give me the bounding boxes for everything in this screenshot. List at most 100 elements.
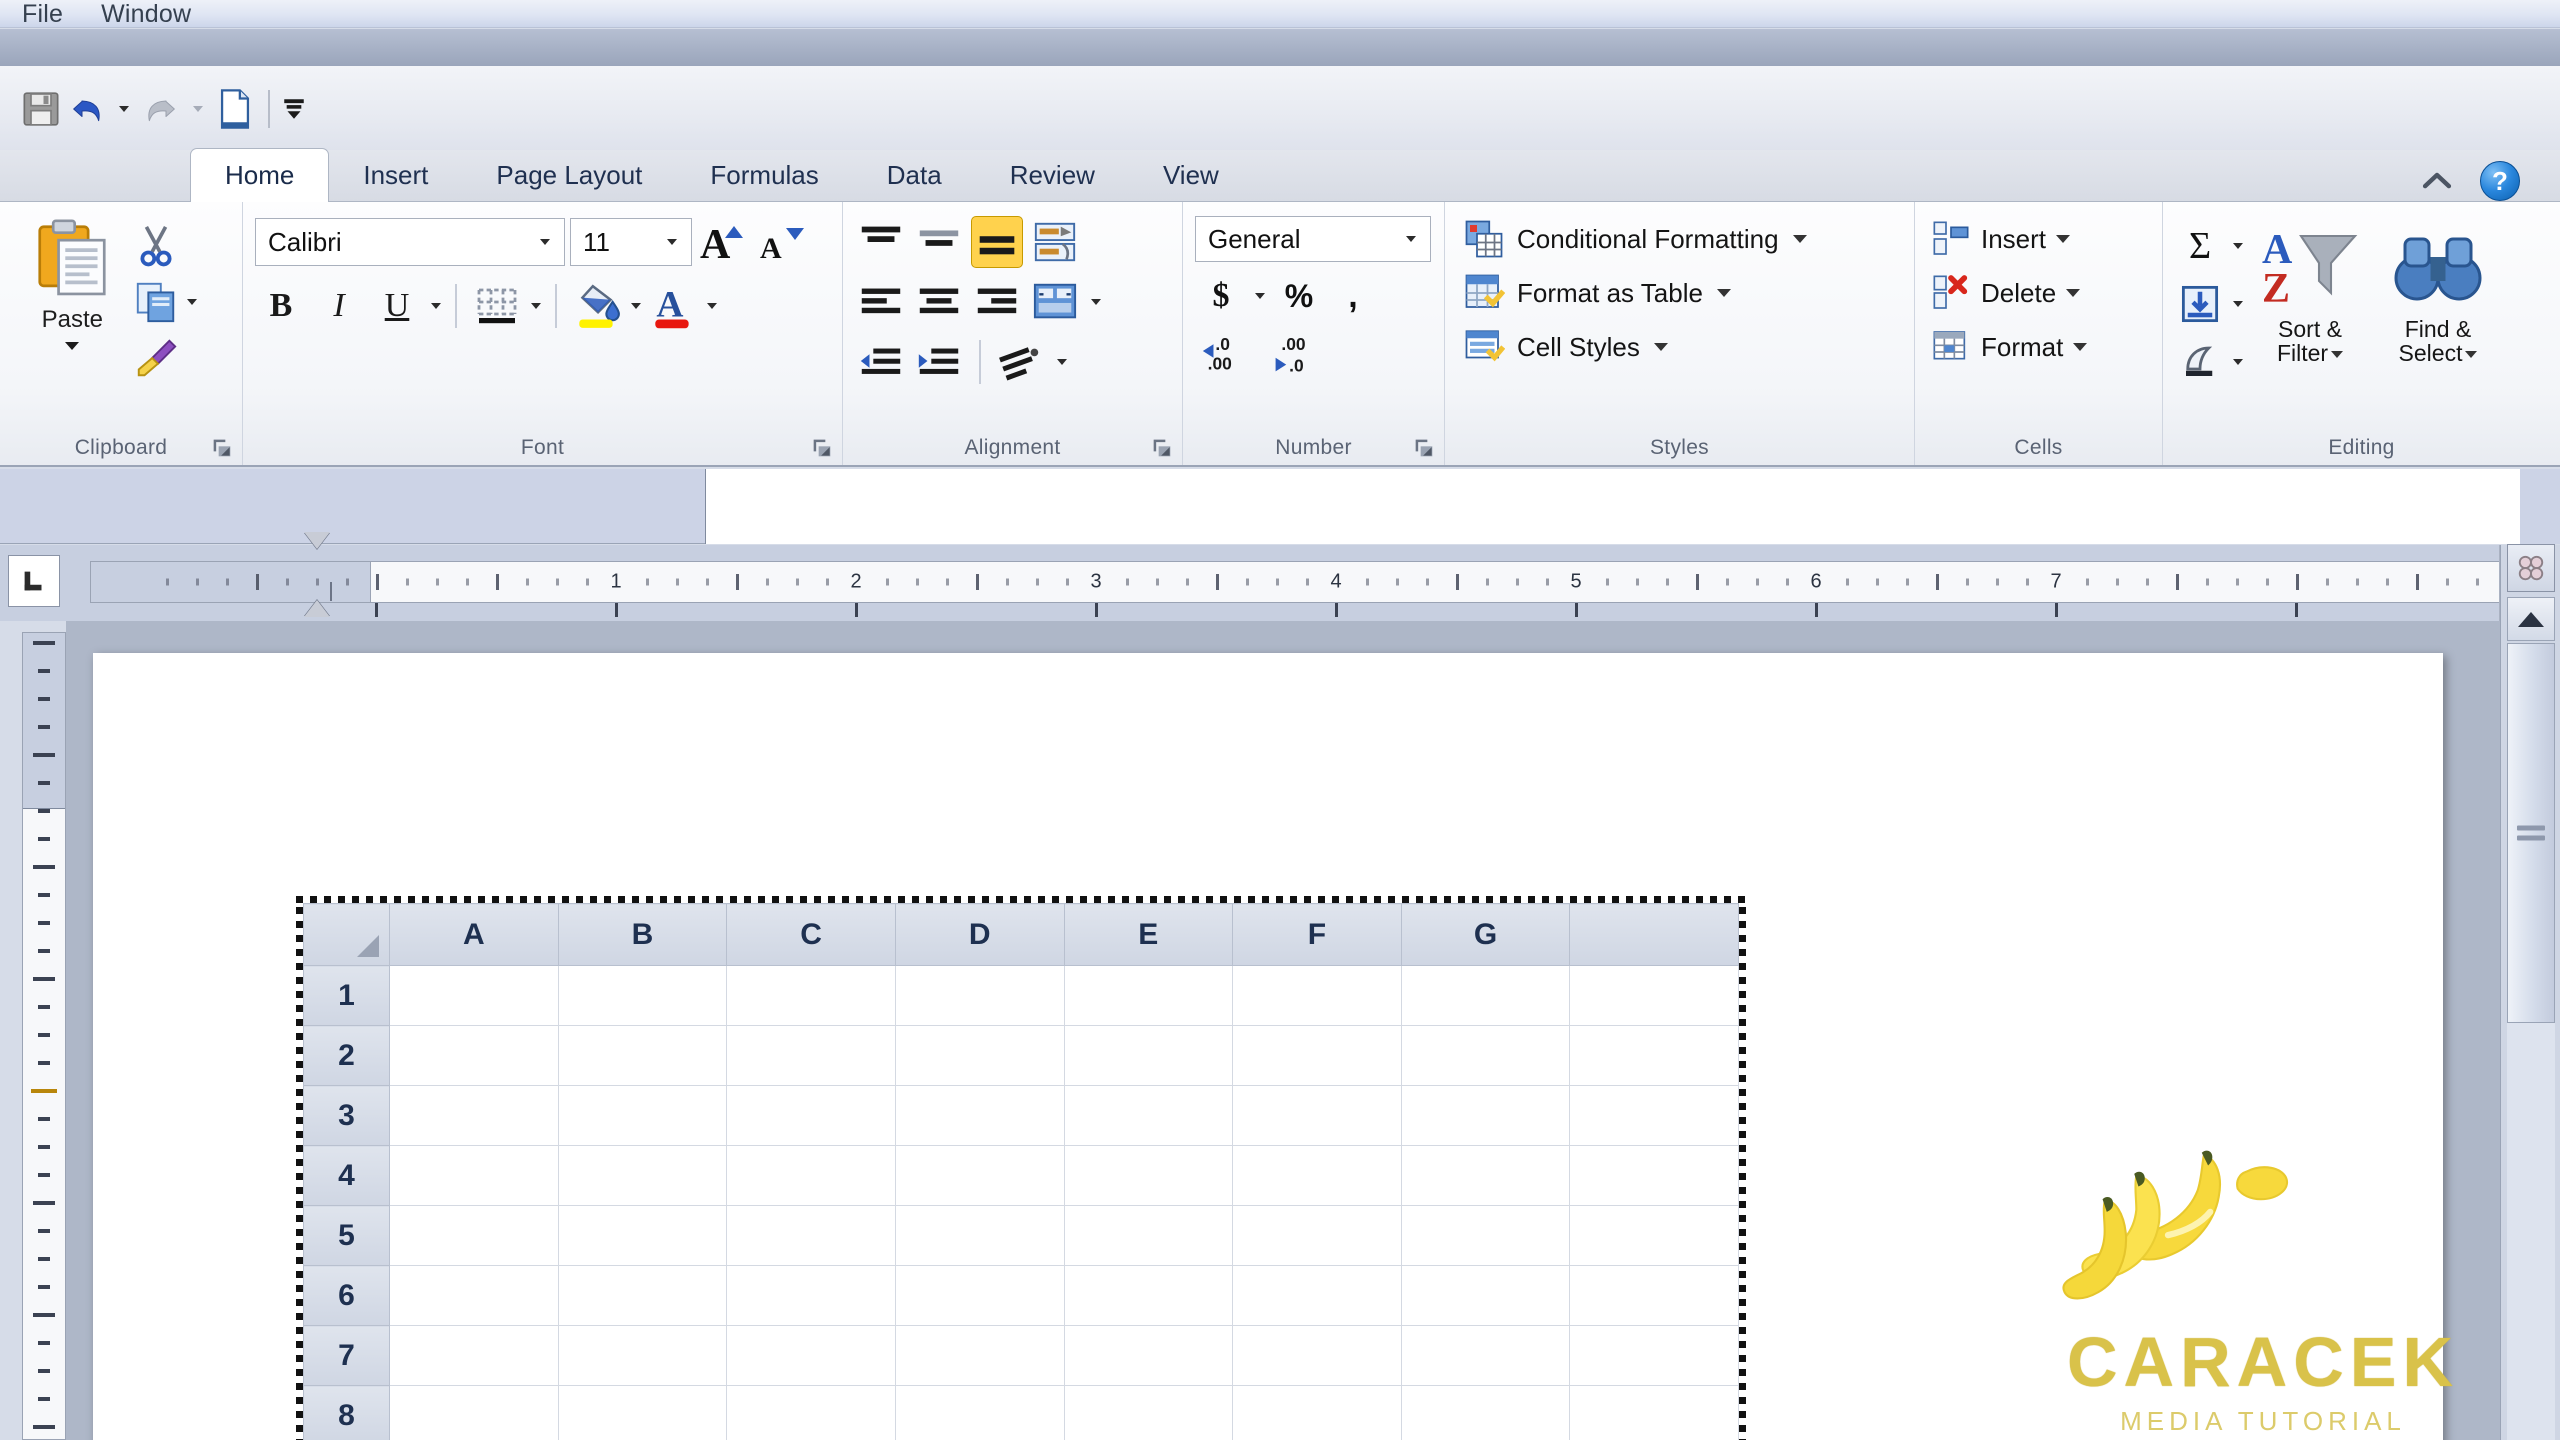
cell-B4[interactable] xyxy=(557,1145,728,1206)
tab-view[interactable]: View xyxy=(1129,149,1253,201)
collapse-ribbon-icon[interactable] xyxy=(2420,170,2454,192)
row-header-4[interactable]: 4 xyxy=(303,1145,390,1206)
cell-C8[interactable] xyxy=(726,1385,896,1440)
customize-qat-icon[interactable] xyxy=(280,83,308,135)
merge-dropdown-icon[interactable] xyxy=(1091,299,1101,305)
vertical-ruler[interactable] xyxy=(22,632,66,1440)
increase-indent-button[interactable] xyxy=(913,336,965,388)
cell-C6[interactable] xyxy=(726,1265,896,1326)
cell-partial-6[interactable] xyxy=(1569,1265,1739,1326)
menu-item-window[interactable]: Window xyxy=(83,0,211,28)
cell-styles-dropdown-icon[interactable] xyxy=(1653,343,1668,351)
column-header-partial[interactable] xyxy=(1569,903,1739,966)
cell-A8[interactable] xyxy=(389,1385,559,1440)
new-document-icon[interactable] xyxy=(212,83,258,135)
cell-E7[interactable] xyxy=(1063,1325,1234,1386)
clear-button[interactable] xyxy=(2175,338,2243,386)
cell-B6[interactable] xyxy=(557,1265,728,1326)
cell-F6[interactable] xyxy=(1232,1265,1402,1326)
fill-button[interactable] xyxy=(2175,280,2243,328)
autosum-button[interactable]: Σ xyxy=(2175,222,2243,270)
save-icon[interactable] xyxy=(18,83,64,135)
cell-partial-7[interactable] xyxy=(1569,1325,1739,1386)
row-header-6[interactable]: 6 xyxy=(303,1265,390,1326)
column-header-c[interactable]: C xyxy=(726,903,896,966)
align-bottom-button[interactable] xyxy=(971,216,1023,268)
number-format-dropdown-icon[interactable] xyxy=(1398,236,1424,242)
cell-D8[interactable] xyxy=(894,1385,1065,1440)
font-color-dropdown-icon[interactable] xyxy=(707,303,717,309)
cell-F5[interactable] xyxy=(1232,1205,1402,1266)
cell-C3[interactable] xyxy=(726,1085,896,1146)
tab-home[interactable]: Home xyxy=(190,148,330,202)
cell-E8[interactable] xyxy=(1063,1385,1234,1440)
format-as-table-dropdown-icon[interactable] xyxy=(1716,289,1731,297)
cell-D1[interactable] xyxy=(894,965,1065,1026)
cell-partial-3[interactable] xyxy=(1569,1085,1739,1146)
select-all-corner-icon[interactable] xyxy=(303,903,390,966)
sort-and-filter-button[interactable]: A Z Sort & Filter xyxy=(2249,222,2371,386)
conditional-formatting-button[interactable]: Conditional Formatting xyxy=(1457,216,1902,262)
clipboard-dialog-launcher-icon[interactable] xyxy=(212,438,232,458)
cell-F4[interactable] xyxy=(1232,1145,1402,1206)
cell-A4[interactable] xyxy=(389,1145,559,1206)
cell-A2[interactable] xyxy=(389,1025,559,1086)
cell-F1[interactable] xyxy=(1232,965,1402,1026)
shrink-font-button[interactable]: A xyxy=(756,216,808,268)
column-header-e[interactable]: E xyxy=(1063,903,1234,966)
format-cells-dropdown-icon[interactable] xyxy=(2073,343,2088,351)
accounting-dropdown-icon[interactable] xyxy=(1255,293,1265,299)
cell-D2[interactable] xyxy=(894,1025,1065,1086)
embedded-spreadsheet-object[interactable]: A B C D E F G 123456789 xyxy=(296,896,1746,1440)
undo-icon[interactable] xyxy=(64,83,110,135)
row-header-1[interactable]: 1 xyxy=(303,965,390,1026)
cell-partial-1[interactable] xyxy=(1569,965,1739,1026)
cell-B5[interactable] xyxy=(557,1205,728,1266)
row-header-8[interactable]: 8 xyxy=(303,1385,390,1440)
fill-color-button[interactable] xyxy=(571,280,623,332)
cell-C1[interactable] xyxy=(726,965,896,1026)
align-text-right-button[interactable] xyxy=(971,276,1023,328)
insert-cells-dropdown-icon[interactable] xyxy=(2056,235,2071,243)
select-browse-object-icon[interactable] xyxy=(2507,544,2555,592)
font-name-combo[interactable]: Calibri xyxy=(255,218,565,266)
clear-dropdown-icon[interactable] xyxy=(2233,359,2243,365)
help-button[interactable]: ? xyxy=(2480,161,2520,201)
column-header-a[interactable]: A xyxy=(389,903,559,966)
cell-E4[interactable] xyxy=(1063,1145,1234,1206)
format-cells-button[interactable]: Format xyxy=(1927,324,2150,370)
hanging-indent-marker-icon[interactable] xyxy=(304,582,332,617)
find-and-select-button[interactable]: Find & Select xyxy=(2377,222,2499,386)
column-header-g[interactable]: G xyxy=(1400,903,1571,966)
delete-cells-dropdown-icon[interactable] xyxy=(2066,289,2081,297)
cell-C7[interactable] xyxy=(726,1325,896,1386)
vertical-scrollbar[interactable] xyxy=(2500,544,2560,1440)
format-painter-button[interactable] xyxy=(133,332,230,384)
cell-B2[interactable] xyxy=(557,1025,728,1086)
borders-button[interactable] xyxy=(471,280,523,332)
align-top-button[interactable] xyxy=(855,216,907,268)
cell-C4[interactable] xyxy=(726,1145,896,1206)
cell-B8[interactable] xyxy=(557,1385,728,1440)
spreadsheet-grid[interactable]: A B C D E F G 123456789 xyxy=(303,903,1739,1440)
cell-G1[interactable] xyxy=(1400,965,1571,1026)
font-name-dropdown-icon[interactable] xyxy=(532,239,558,245)
column-header-f[interactable]: F xyxy=(1232,903,1402,966)
spreadsheet-table[interactable]: A B C D E F G 123456789 xyxy=(303,903,1739,1440)
cell-E2[interactable] xyxy=(1063,1025,1234,1086)
align-text-center-button[interactable] xyxy=(913,276,965,328)
cut-button[interactable] xyxy=(133,220,230,272)
increase-decimal-button[interactable]: .0 .00 xyxy=(1195,326,1259,378)
document-page[interactable]: A B C D E F G 123456789 xyxy=(93,653,2453,1440)
undo-dropdown-icon[interactable] xyxy=(110,83,138,135)
font-dialog-launcher-icon[interactable] xyxy=(812,438,832,458)
font-size-combo[interactable]: 11 xyxy=(570,218,692,266)
copy-button[interactable] xyxy=(133,276,230,328)
cell-F3[interactable] xyxy=(1232,1085,1402,1146)
conditional-formatting-dropdown-icon[interactable] xyxy=(1792,235,1807,243)
font-color-button[interactable]: A xyxy=(647,280,699,332)
insert-cells-button[interactable]: Insert xyxy=(1927,216,2150,262)
tab-formulas[interactable]: Formulas xyxy=(676,149,852,201)
decrease-decimal-button[interactable]: .00 .0 xyxy=(1261,326,1325,378)
cell-E5[interactable] xyxy=(1063,1205,1234,1266)
